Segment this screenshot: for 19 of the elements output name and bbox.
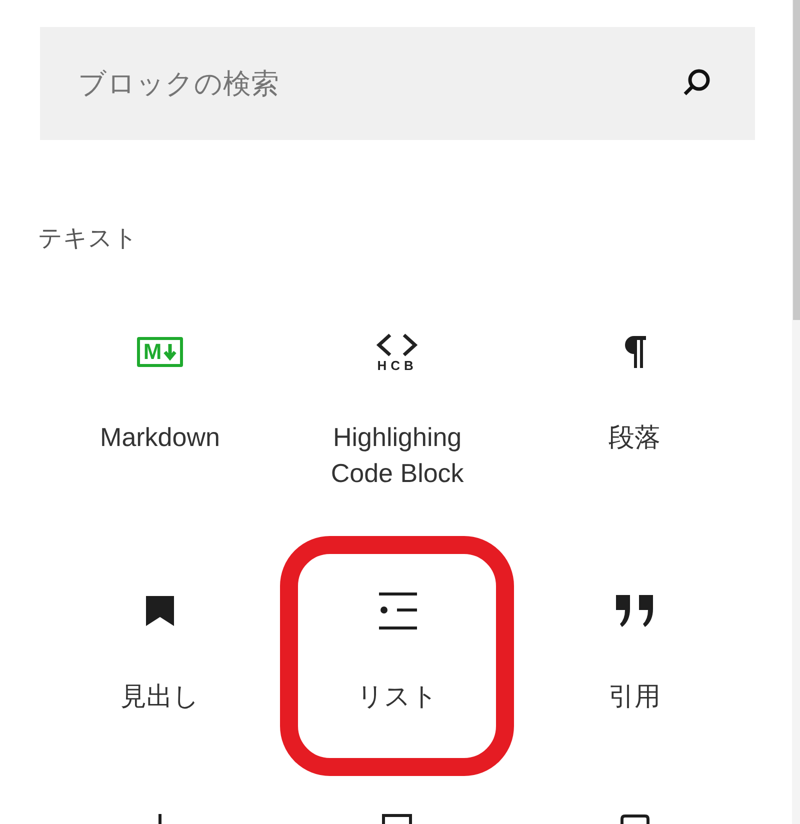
block-button[interactable]: リスト bbox=[280, 536, 514, 776]
markdown-icon: M bbox=[137, 337, 183, 367]
list-icon bbox=[377, 591, 418, 631]
block-label: Markdown bbox=[99, 421, 221, 454]
block-label: 引用 bbox=[608, 680, 662, 713]
bookmark-icon bbox=[146, 596, 174, 626]
block-button[interactable]: 見出し bbox=[43, 536, 277, 759]
block-button[interactable]: M Markdown bbox=[43, 277, 277, 500]
search-field[interactable]: ブロックの検索 bbox=[40, 27, 755, 140]
block-label: 見出し bbox=[120, 680, 200, 713]
scrollbar-thumb[interactable] bbox=[793, 0, 800, 320]
quote-icon bbox=[614, 593, 655, 629]
block-button[interactable]: 段落 bbox=[518, 277, 752, 500]
block-button[interactable]: 引用 bbox=[518, 536, 752, 759]
block-label: リスト bbox=[356, 680, 439, 713]
category-heading: テキスト bbox=[38, 224, 139, 254]
block-label: Highlighing Code Block bbox=[330, 421, 465, 490]
block-label: 段落 bbox=[608, 421, 662, 454]
block-button[interactable]: HCB Highlighing Code Block bbox=[280, 277, 514, 536]
